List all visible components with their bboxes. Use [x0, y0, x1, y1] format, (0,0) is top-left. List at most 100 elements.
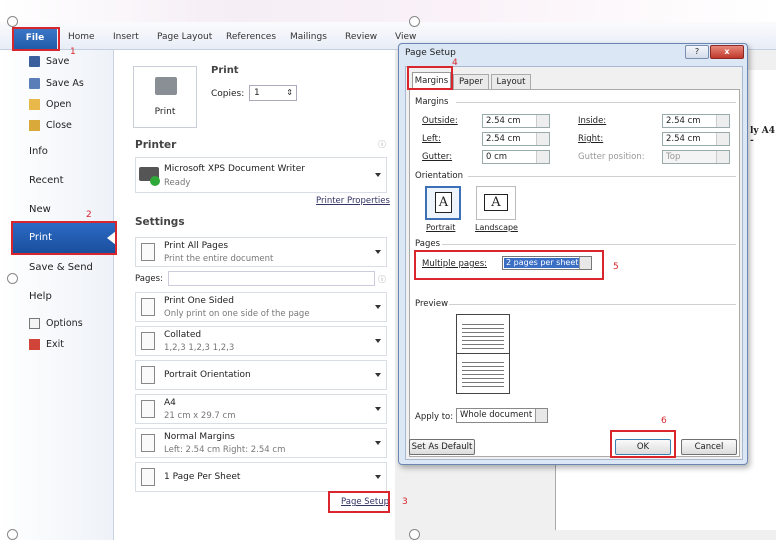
backstage-nav: Save Save As Open Close Info Recent New … — [0, 50, 114, 540]
right-input[interactable]: 2.54 cm — [662, 132, 730, 146]
preview-page-bottom — [462, 359, 504, 387]
resize-handle[interactable] — [409, 529, 420, 540]
apply-to-value: Whole document — [460, 410, 533, 420]
resize-handle[interactable] — [409, 16, 420, 27]
option-main: A4 — [164, 398, 176, 408]
collated-icon — [141, 332, 155, 350]
resize-handle[interactable] — [7, 16, 18, 27]
pages-group-label: Pages — [415, 239, 441, 249]
nav-save-label: Save — [46, 56, 70, 67]
copies-value: 1 — [254, 88, 260, 98]
pages-per-sheet-dropdown[interactable]: 1 Page Per Sheet — [135, 462, 387, 492]
paper-icon — [141, 400, 155, 418]
print-range-dropdown[interactable]: Print All Pages Print the entire document — [135, 237, 387, 267]
ready-check-icon — [150, 176, 160, 186]
copies-spinner-icon[interactable]: ⇕ — [286, 86, 293, 100]
annotation-1: 1 — [70, 47, 76, 57]
margins-group-label: Margins — [415, 97, 449, 107]
tab-insert[interactable]: Insert — [113, 32, 139, 42]
tab-home[interactable]: Home — [68, 32, 95, 42]
option-sub: Print the entire document — [164, 254, 274, 264]
resize-handle[interactable] — [7, 273, 18, 284]
annotation-box-print — [11, 221, 117, 255]
portrait-option[interactable]: A — [425, 186, 461, 220]
printer-properties-link[interactable]: Printer Properties — [316, 196, 390, 206]
printer-heading: Printer — [135, 139, 177, 151]
inside-input[interactable]: 2.54 cm — [662, 114, 730, 128]
printer-icon — [155, 77, 177, 95]
options-icon — [29, 318, 40, 329]
collate-dropdown[interactable]: Collated 1,2,3 1,2,3 1,2,3 — [135, 326, 387, 356]
portrait-label: Portrait — [426, 223, 456, 232]
nav-options-label: Options — [46, 318, 83, 329]
annotation-box-multiple-pages — [414, 250, 604, 280]
printer-info-icon[interactable]: ⓘ — [378, 139, 386, 150]
annotation-4: 4 — [452, 58, 458, 68]
print-heading: Print — [211, 65, 239, 76]
resize-handle[interactable] — [7, 529, 18, 540]
left-input[interactable]: 2.54 cm — [482, 132, 550, 146]
annotation-box-ok — [610, 430, 676, 458]
nav-recent[interactable]: Recent — [29, 175, 64, 186]
print-button[interactable]: Print — [133, 66, 197, 128]
nav-save-send[interactable]: Save & Send — [29, 262, 93, 273]
document-text-snippet: ly A4 - — [750, 126, 776, 146]
open-folder-icon — [29, 99, 40, 110]
chevron-down-icon — [375, 475, 381, 479]
copies-label: Copies: — [211, 89, 245, 99]
divider — [449, 304, 736, 305]
option-main: Normal Margins — [164, 432, 235, 442]
nav-new[interactable]: New — [29, 204, 51, 215]
sheet-icon — [141, 468, 155, 486]
preview-page-top — [462, 321, 504, 349]
option-sub: Only print on one side of the page — [164, 309, 310, 319]
one-sided-icon — [141, 298, 155, 316]
sides-dropdown[interactable]: Print One Sided Only print on one side of… — [135, 292, 387, 322]
divider — [468, 176, 736, 177]
orientation-dropdown[interactable]: Portrait Orientation — [135, 360, 387, 390]
annotation-box-margins-tab — [407, 66, 453, 90]
annotation-box-file — [12, 27, 60, 51]
left-label: Left: — [422, 134, 441, 144]
chevron-down-icon — [375, 441, 381, 445]
set-as-default-button[interactable]: Set As Default — [409, 439, 475, 455]
cancel-button[interactable]: Cancel — [681, 439, 737, 455]
margins-dropdown[interactable]: Normal Margins Left: 2.54 cm Right: 2.54 … — [135, 428, 387, 458]
save-as-icon — [29, 78, 40, 89]
tab-paper[interactable]: Paper — [453, 74, 489, 89]
paper-size-dropdown[interactable]: A4 21 cm x 29.7 cm — [135, 394, 387, 424]
tab-layout[interactable]: Layout — [491, 74, 531, 89]
printer-status: Ready — [164, 178, 191, 188]
chevron-down-icon — [375, 339, 381, 343]
nav-info[interactable]: Info — [29, 146, 48, 157]
option-main: Portrait Orientation — [164, 370, 251, 380]
right-label: Right: — [578, 134, 604, 144]
printer-dropdown[interactable]: Microsoft XPS Document Writer Ready — [135, 157, 387, 193]
preview-group-label: Preview — [415, 299, 449, 309]
tab-references[interactable]: References — [226, 32, 276, 42]
title-bar — [0, 0, 776, 22]
outside-label: Outside: — [422, 116, 458, 126]
option-main: Collated — [164, 330, 202, 340]
printer-name: Microsoft XPS Document Writer — [164, 164, 305, 174]
apply-to-label: Apply to: — [415, 412, 454, 422]
help-button[interactable]: ? — [685, 45, 709, 59]
apply-to-select[interactable]: Whole document — [456, 408, 548, 423]
tab-mailings[interactable]: Mailings — [290, 32, 327, 42]
annotation-3: 3 — [402, 497, 408, 507]
close-button[interactable]: x — [710, 45, 744, 59]
portrait-icon: A — [435, 192, 452, 213]
gutter-position-value: Top — [666, 152, 681, 162]
tab-review[interactable]: Review — [345, 32, 377, 42]
gutter-input[interactable]: 0 cm — [482, 150, 550, 164]
nav-help[interactable]: Help — [29, 291, 52, 302]
tab-page-layout[interactable]: Page Layout — [157, 32, 212, 42]
annotation-6: 6 — [661, 416, 667, 426]
outside-input[interactable]: 2.54 cm — [482, 114, 550, 128]
landscape-option[interactable]: A — [476, 186, 516, 220]
pages-info-icon[interactable]: ⓘ — [378, 274, 386, 285]
pages-input[interactable] — [168, 271, 375, 286]
outside-value: 2.54 cm — [486, 116, 521, 126]
copies-input[interactable]: 1 ⇕ — [249, 85, 297, 101]
tab-view[interactable]: View — [395, 32, 416, 42]
